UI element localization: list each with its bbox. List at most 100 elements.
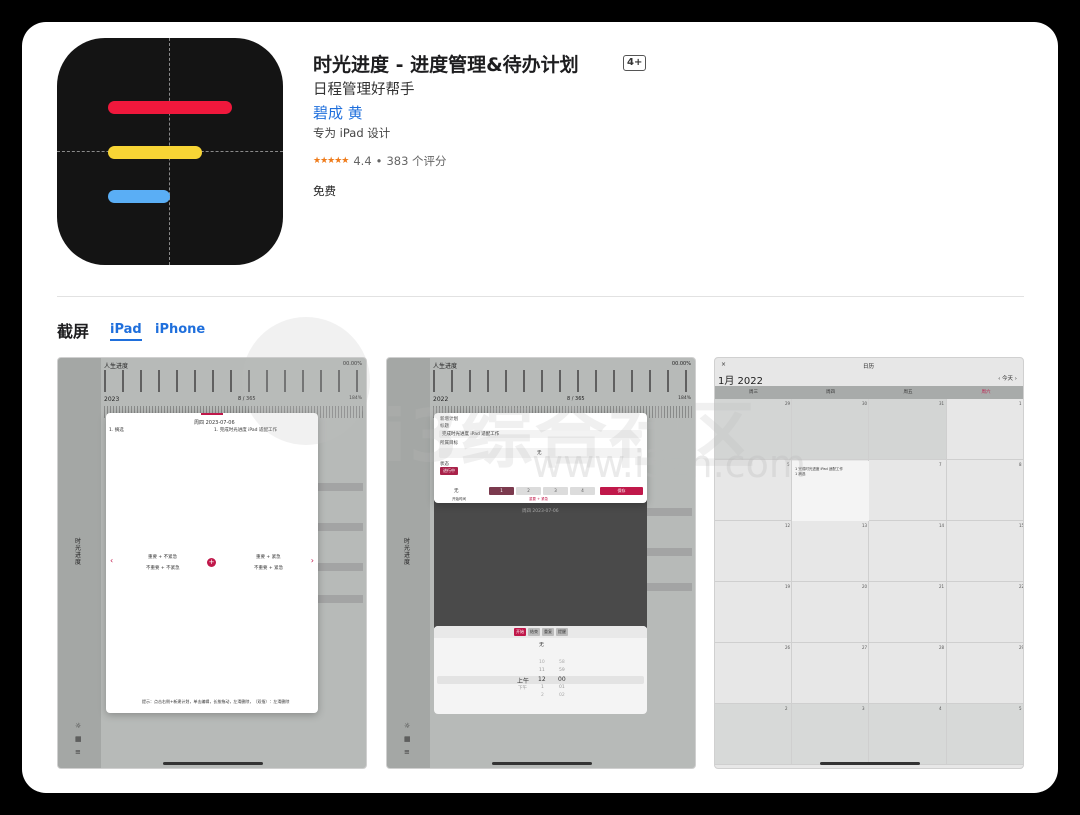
- calendar-day-cell[interactable]: 12: [715, 521, 792, 582]
- calendar-day-cell[interactable]: 5: [947, 704, 1023, 765]
- shot2-picker-hour: 11: [539, 668, 545, 673]
- calendar-day-cell[interactable]: 15: [947, 521, 1024, 582]
- calendar-day-cell[interactable]: 13: [792, 521, 869, 582]
- shot1-modal-accent: [201, 413, 223, 415]
- calendar-day-number: 4: [939, 706, 942, 711]
- screenshot-3[interactable]: × 日历 1月 2022 ‹ 今天 › 周三 周四 周五 周六 29 30 31 1 5…: [714, 357, 1024, 769]
- calendar-day-cell[interactable]: 19: [715, 582, 792, 643]
- app-icon: [57, 38, 283, 265]
- calendar-day-number: 21: [939, 584, 945, 589]
- shot1-hint: 提示：点击右侧+新建计划，单击编辑，长按拖动，左滑删除，（双指）：左滑删除: [142, 699, 290, 704]
- icon-bar-yellow: [108, 146, 202, 159]
- shot2-save-button[interactable]: 保存: [600, 487, 643, 495]
- calendar-day-number: 3: [862, 706, 865, 711]
- shot1-home-indicator: [163, 762, 263, 765]
- rating-row: ★★★★★ 4.4 • 383 个评分: [313, 153, 447, 169]
- calendar-day-number: 15: [1019, 523, 1024, 528]
- shot2-picker-title: 无: [539, 642, 545, 648]
- shot2-none-select[interactable]: 无: [454, 488, 459, 494]
- calendar-day-cell[interactable]: 29: [947, 643, 1024, 704]
- developer-link[interactable]: 碧成 黄: [313, 102, 363, 123]
- shot2-row-rule: [642, 583, 692, 591]
- calendar-day-number: 19: [785, 584, 791, 589]
- shot3-weekday: 周五: [869, 386, 947, 399]
- calendar-day-cell[interactable]: 21: [869, 582, 947, 643]
- shot1-sidebar-label: 时光进度: [75, 538, 82, 566]
- shot2-date-label: 周四 2023-07-06: [522, 509, 559, 514]
- star-rating-icon: ★★★★★: [313, 156, 349, 166]
- shot1-quad-label: 不重要 + 不紧急: [146, 566, 180, 571]
- shot2-priority-4[interactable]: 4: [570, 487, 595, 495]
- calendar-day-cell[interactable]: 31: [869, 399, 947, 460]
- section-divider: [57, 296, 1024, 297]
- shot1-right-arrow[interactable]: ›: [311, 556, 314, 565]
- shot2-priority-1[interactable]: 1: [489, 487, 514, 495]
- calendar-day-cell[interactable]: 14: [869, 521, 947, 582]
- calendar-day-number: 12: [785, 523, 791, 528]
- shot2-picker-minute: 59: [559, 668, 565, 673]
- shot3-weekday: 周六: [947, 386, 1023, 399]
- calendar-day-cell[interactable]: 2: [715, 704, 792, 765]
- watermark-url: www.i3zh.com: [532, 442, 806, 486]
- shot1-header: 人生进度: [104, 363, 129, 370]
- shot1-row-rule: [313, 563, 363, 571]
- calendar-day-number: 5: [1019, 706, 1022, 711]
- calendar-day-cell[interactable]: 22: [947, 582, 1023, 643]
- shot2-start-label: 开始时间: [452, 497, 466, 501]
- shot2-picker-am: 上午: [517, 678, 530, 685]
- shot2-backdrop: [434, 500, 647, 628]
- calendar-day-cell[interactable]: 4: [869, 704, 947, 765]
- shot1-plan-label: 1. 摘选: [109, 428, 124, 433]
- calendar-day-cell[interactable]: 8: [947, 460, 1023, 521]
- shot3-nav[interactable]: ‹ 今天 ›: [998, 374, 1017, 382]
- shot2-home-indicator: [492, 762, 592, 765]
- close-icon[interactable]: ×: [721, 361, 726, 368]
- calendar-day-number: 7: [939, 462, 942, 467]
- calendar-day-cell[interactable]: 7: [869, 460, 947, 521]
- add-plan-icon[interactable]: +: [207, 558, 216, 567]
- calendar-day-number: 27: [862, 645, 868, 650]
- shot3-title: 日历: [863, 364, 875, 370]
- shot1-row-rule: [313, 595, 363, 603]
- calendar-day-number: 29: [785, 401, 791, 406]
- rating-value: 4.4: [353, 154, 372, 168]
- shot1-row-rule: [313, 523, 363, 531]
- shot2-priority-2[interactable]: 2: [516, 487, 541, 495]
- shot1-modal-title: 周四 2023-07-06: [194, 420, 235, 426]
- app-store-card: 时光进度 - 进度管理&待办计划 4+ 日程管理好帮手 碧成 黄 专为 iPad…: [22, 22, 1058, 793]
- shot2-picker-tab-start[interactable]: 开始: [514, 628, 526, 636]
- shot1-year: 2023: [104, 396, 120, 403]
- calendar-day-cell[interactable]: 27: [792, 643, 869, 704]
- app-title: 时光进度 - 进度管理&待办计划: [313, 54, 579, 76]
- calendar-day-number: 1: [1019, 401, 1022, 406]
- watermark-logo: [242, 317, 370, 445]
- shot2-header: 人生进度: [433, 363, 458, 370]
- shot1-row-rule: [313, 483, 363, 491]
- calendar-day-cell[interactable]: 20: [792, 582, 869, 643]
- shot1-quad-label: 重要 + 不紧急: [148, 555, 178, 560]
- shot2-picker-tabs: 开始 结束 重复 提醒: [434, 626, 647, 638]
- shot2-picker-tab-end[interactable]: 结束: [528, 628, 540, 636]
- calendar-day-cell[interactable]: 28: [869, 643, 947, 704]
- shot1-left-arrow[interactable]: ‹: [110, 556, 113, 565]
- shot2-sidebar-label: 时光进度: [404, 538, 411, 566]
- calendar-day-number: 8: [1019, 462, 1022, 467]
- shot1-modal: 周四 2023-07-06 1. 摘选 1. 完成时光进度 iPad 适配工作 …: [106, 413, 318, 713]
- shot3-home-indicator: [820, 762, 920, 765]
- shot2-priority-3[interactable]: 3: [543, 487, 568, 495]
- calendar-day-cell[interactable]: 3: [792, 704, 869, 765]
- tab-iphone[interactable]: iPhone: [155, 322, 205, 337]
- calendar-day-cell[interactable]: 1: [947, 399, 1023, 460]
- tab-ipad[interactable]: iPad: [110, 322, 142, 341]
- shot2-picker-tab-repeat[interactable]: 重复: [542, 628, 554, 636]
- calendar-day-cell[interactable]: 26: [715, 643, 792, 704]
- icon-bar-red: [108, 101, 232, 114]
- shot2-picker-hour: 10: [539, 660, 545, 665]
- screenshots-heading: 截屏: [57, 322, 90, 341]
- shot2-picker-tab-remind[interactable]: 提醒: [556, 628, 568, 636]
- price-label: 免费: [313, 184, 336, 198]
- calendar-day-number: 29: [1019, 645, 1024, 650]
- rating-count: 383 个评分: [386, 154, 447, 168]
- shot2-picker-pm: 下午: [518, 686, 527, 691]
- rating-separator: •: [375, 154, 383, 168]
